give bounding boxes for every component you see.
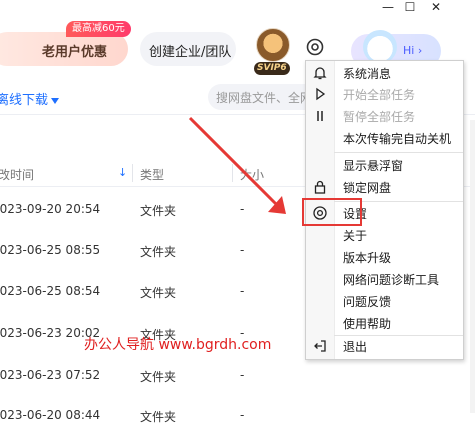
watermark: 办公人导航 www.bgrdh.com — [84, 337, 272, 353]
